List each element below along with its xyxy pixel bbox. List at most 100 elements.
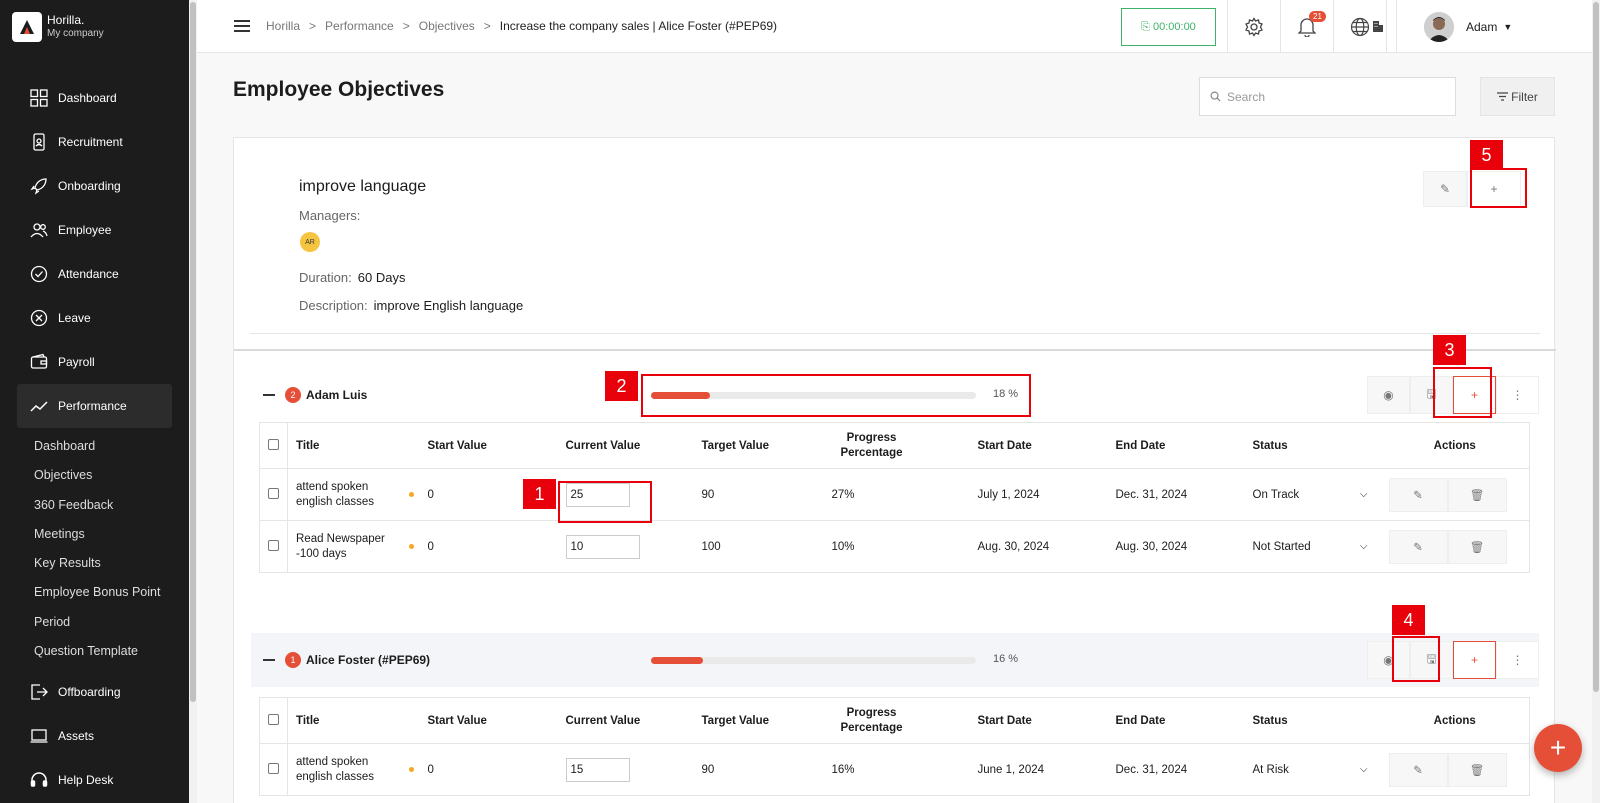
collapse-icon[interactable] <box>263 659 275 661</box>
col-end-date: End Date <box>1107 697 1245 744</box>
delete-button[interactable]: 🗑 <box>1447 529 1507 564</box>
kr-title-cell: Read Newspaper -100 days <box>287 520 420 573</box>
search-input[interactable]: Search <box>1199 77 1456 116</box>
sidebar: Horilla. My company Dashboard Recruitmen… <box>0 0 189 803</box>
users-icon <box>30 221 48 239</box>
annotation-box-3 <box>1433 367 1492 418</box>
row-actions: ✎ 🗑 <box>1380 520 1530 573</box>
search-icon <box>1210 91 1221 102</box>
subnav-item-360-feedback[interactable]: 360 Feedback <box>34 491 172 520</box>
duration-value: 60 Days <box>357 270 406 285</box>
headset-icon <box>30 771 48 789</box>
fab-add-button[interactable]: + <box>1534 724 1582 772</box>
breadcrumb-current: Increase the company sales | Alice Foste… <box>499 19 778 33</box>
add-key-result-button[interactable]: + <box>1453 641 1496 679</box>
row-checkbox[interactable] <box>259 520 288 573</box>
col-end-date: End Date <box>1107 422 1245 469</box>
menu-toggle-icon[interactable] <box>234 20 250 32</box>
chevron-right-icon: > <box>483 19 491 33</box>
gear-icon <box>1245 16 1263 37</box>
col-target-value: Target Value <box>693 422 830 469</box>
duration-row: Duration: 60 Days <box>299 270 405 285</box>
edit-button[interactable]: ✎ <box>1388 752 1448 787</box>
brand[interactable]: Horilla. My company <box>0 0 189 53</box>
company-icon[interactable] <box>1360 0 1396 53</box>
subnav-item-meetings[interactable]: Meetings <box>34 520 172 549</box>
row-checkbox[interactable] <box>259 468 288 521</box>
search-placeholder: Search <box>1227 89 1266 104</box>
page-scrollbar[interactable] <box>1592 0 1600 803</box>
sidebar-item-attendance[interactable]: Attendance <box>17 252 172 296</box>
subnav-item-question-template[interactable]: Question Template <box>34 637 172 666</box>
breadcrumb-horilla[interactable]: Horilla <box>266 19 300 33</box>
sidebar-item-performance[interactable]: Performance <box>17 384 172 428</box>
sidebar-item-label: Recruitment <box>58 135 123 149</box>
edit-icon: ✎ <box>1439 182 1451 196</box>
key-results-table: Title Start Value Current Value Target V… <box>259 697 1530 796</box>
delete-button[interactable]: 🗑 <box>1447 752 1507 787</box>
manager-avatar[interactable]: AR <box>300 232 320 252</box>
sidebar-item-payroll[interactable]: Payroll <box>17 340 172 384</box>
edit-button[interactable]: ✎ <box>1388 477 1448 512</box>
current-value-input[interactable]: 15 <box>565 757 630 782</box>
sidebar-item-label: Payroll <box>58 355 95 369</box>
sidebar-item-leave[interactable]: Leave <box>17 296 172 340</box>
employee-row-alice-foster[interactable]: 1 Alice Foster (#PEP69) 16 % ◉ 🖫 + ⋮ <box>251 633 1539 687</box>
progress-label: 16 % <box>993 653 1019 665</box>
sidebar-item-onboarding[interactable]: Onboarding <box>17 164 172 208</box>
more-options-button[interactable]: ⋮ <box>1496 376 1539 414</box>
settings-button[interactable] <box>1227 0 1280 53</box>
employee-name: Alice Foster (#PEP69) <box>306 653 431 667</box>
key-results-table: Title Start Value Current Value Target V… <box>259 422 1530 573</box>
view-button[interactable]: ◉ <box>1367 376 1410 414</box>
status-select[interactable]: Not Started ⌵ <box>1244 520 1381 573</box>
sidebar-item-help-desk[interactable]: Help Desk <box>17 758 172 802</box>
sidebar-scrollbar[interactable] <box>189 0 197 803</box>
select-all-checkbox[interactable] <box>259 422 288 469</box>
status-select[interactable]: At Risk ⌵ <box>1244 743 1381 796</box>
sidebar-item-assets[interactable]: Assets <box>17 714 172 758</box>
col-target-value: Target Value <box>693 697 830 744</box>
subnav-item-dashboard[interactable]: Dashboard <box>34 432 172 461</box>
select-all-checkbox[interactable] <box>259 697 288 744</box>
progress-fill <box>651 657 703 664</box>
breadcrumb-objectives[interactable]: Objectives <box>419 19 475 33</box>
status-select[interactable]: On Track ⌵ <box>1244 468 1381 521</box>
annotation-label-2: 2 <box>605 371 638 401</box>
kebab-icon: ⋮ <box>1511 653 1524 667</box>
col-current-value: Current Value <box>557 422 694 469</box>
subnav-item-key-results[interactable]: Key Results <box>34 549 172 578</box>
sidebar-item-offboarding[interactable]: Offboarding <box>17 670 172 714</box>
check-in-timer-button[interactable]: ⎘ 00:00:00 <box>1121 8 1216 46</box>
top-header: Horilla > Performance > Objectives > Inc… <box>197 0 1592 53</box>
edit-objective-button[interactable]: ✎ <box>1423 171 1467 207</box>
user-menu[interactable]: Adam ▼ <box>1396 0 1592 53</box>
delete-button[interactable]: 🗑 <box>1447 477 1507 512</box>
subnav-item-objectives[interactable]: Objectives <box>34 461 172 490</box>
current-value-cell: 10 <box>557 520 694 573</box>
edit-button[interactable]: ✎ <box>1388 529 1448 564</box>
kebab-icon: ⋮ <box>1511 388 1524 402</box>
more-options-button[interactable]: ⋮ <box>1496 641 1539 679</box>
start-date: July 1, 2024 <box>969 468 1108 521</box>
progress-bar <box>651 657 976 664</box>
sidebar-item-recruitment[interactable]: Recruitment <box>17 120 172 164</box>
sidebar-item-employee[interactable]: Employee <box>17 208 172 252</box>
sidebar-item-label: Leave <box>58 311 91 325</box>
description-row: Description: improve English language <box>299 298 523 313</box>
collapse-icon[interactable] <box>263 394 275 396</box>
timer-value: 00:00:00 <box>1152 21 1196 33</box>
notifications-button[interactable]: 21 <box>1280 0 1333 53</box>
performance-subnav: Dashboard Objectives 360 Feedback Meetin… <box>17 432 172 666</box>
filter-button[interactable]: Filter <box>1480 77 1555 116</box>
current-value-input[interactable]: 10 <box>565 534 640 559</box>
current-value-cell: 15 <box>557 743 694 796</box>
subnav-item-bonus-point[interactable]: Employee Bonus Point <box>34 578 172 607</box>
annotation-box-5 <box>1470 168 1527 208</box>
row-checkbox[interactable] <box>259 743 288 796</box>
sidebar-item-dashboard[interactable]: Dashboard <box>17 76 172 120</box>
breadcrumb-performance[interactable]: Performance <box>325 19 394 33</box>
description-value: improve English language <box>373 298 524 313</box>
subnav-item-period[interactable]: Period <box>34 608 172 637</box>
col-current-value: Current Value <box>557 697 694 744</box>
